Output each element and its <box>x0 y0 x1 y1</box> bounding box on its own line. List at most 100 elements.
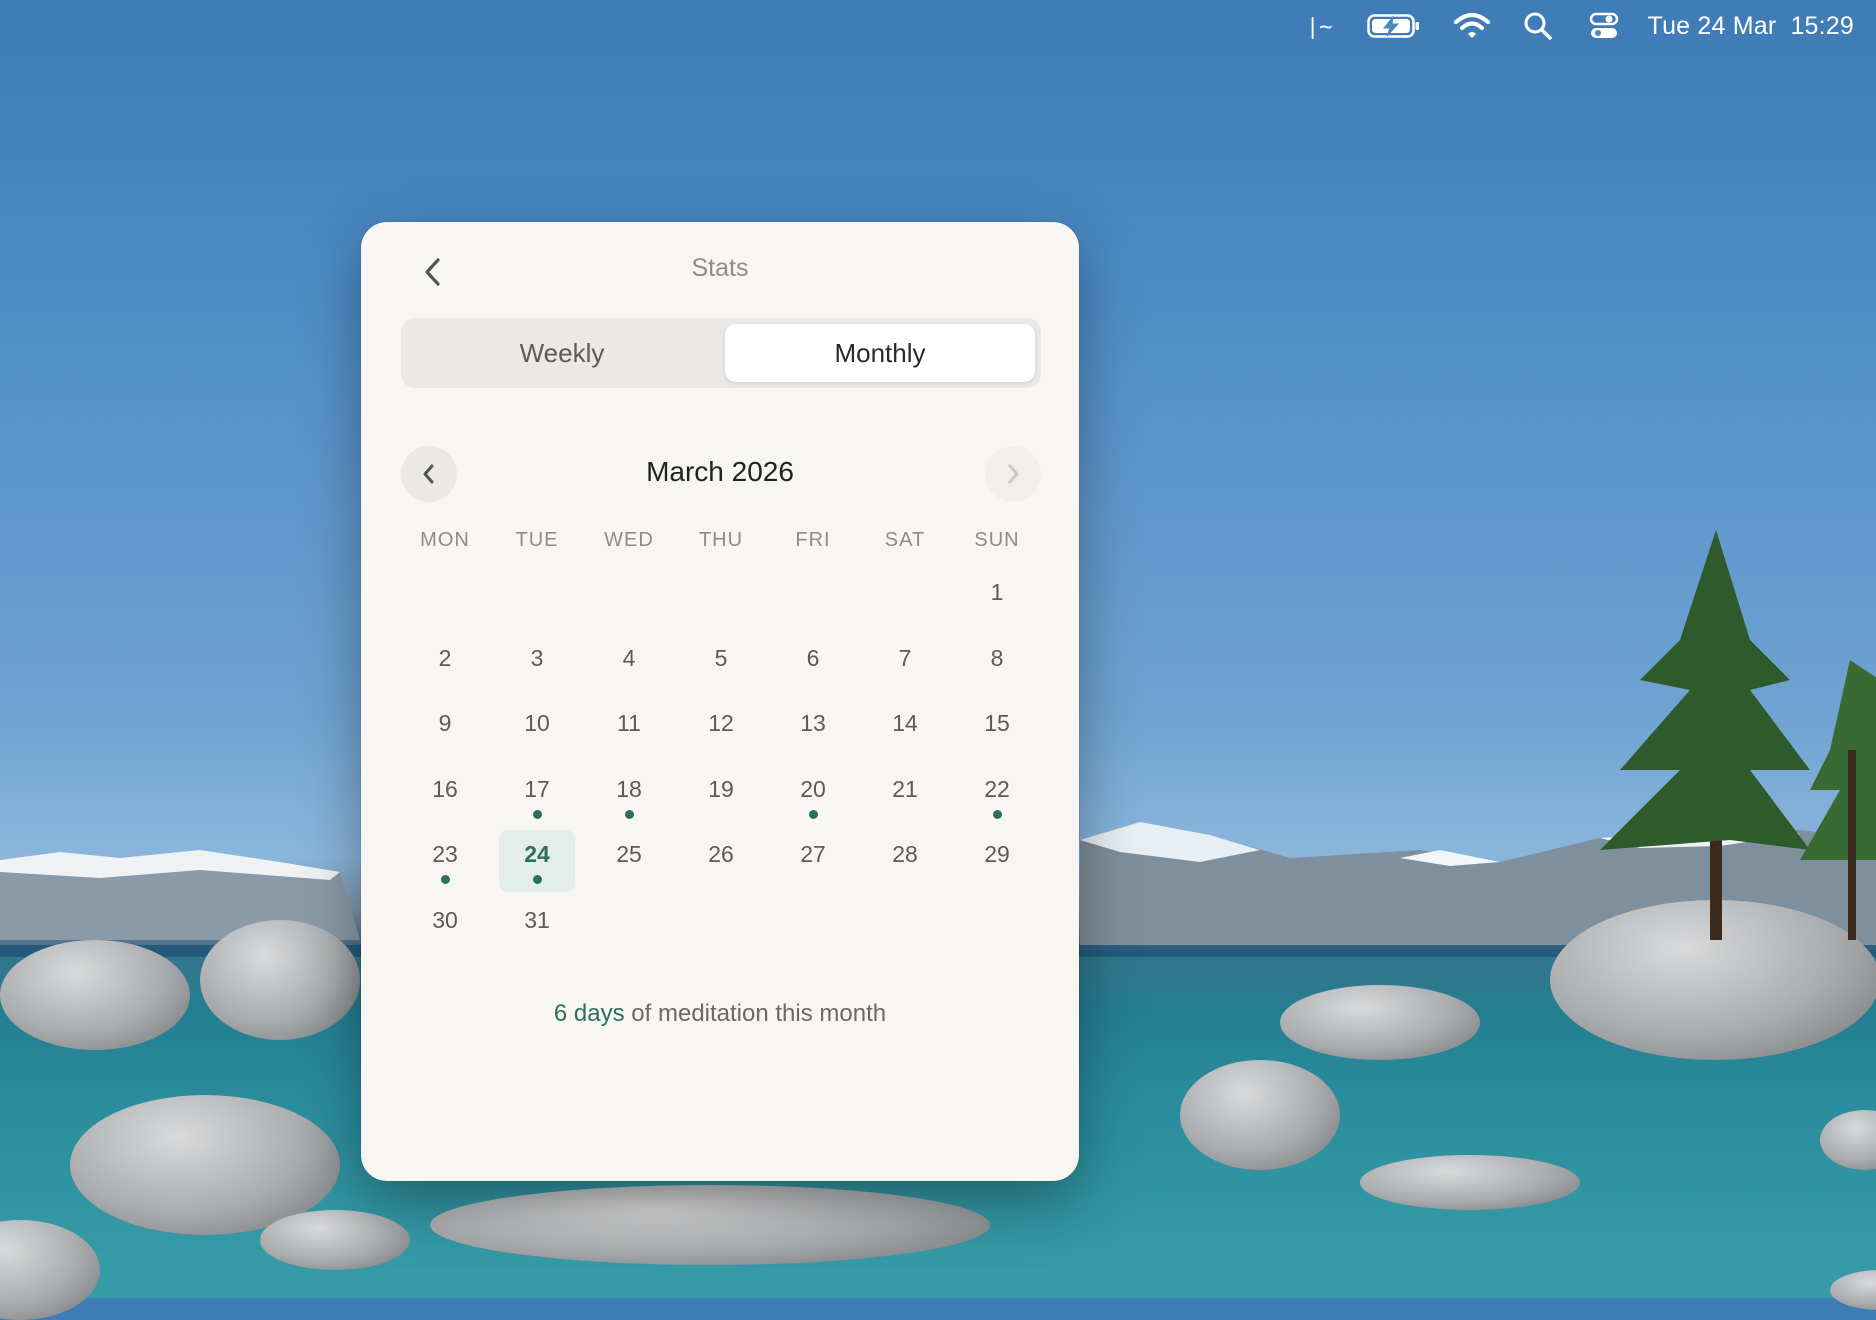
calendar-blank <box>491 570 583 636</box>
calendar-day[interactable]: 14 <box>859 701 951 767</box>
calendar-day[interactable]: 22 <box>951 767 1043 833</box>
day-number: 1 <box>990 579 1004 605</box>
weekday-label: WED <box>604 529 654 551</box>
meditation-summary: 6 days of meditation this month <box>361 1000 1079 1028</box>
calendar-day[interactable]: 23 <box>399 832 491 898</box>
day-number: 24 <box>524 841 550 868</box>
menu-bar-clock[interactable]: Tue 24 Mar 15:29 <box>1648 12 1854 41</box>
weekday-label: FRI <box>795 529 831 551</box>
calendar-day[interactable]: 31 <box>491 898 583 964</box>
day-number: 9 <box>438 710 452 737</box>
meditation-dot <box>532 809 542 819</box>
clock-time: 15:29 <box>1790 11 1854 40</box>
calendar-grid: MON TUE WED THU FRI SAT SUN 1 2 3 4 5 6 7 8 9 10 11 12 13 1… <box>399 522 1043 964</box>
calendar-day-today[interactable]: 24 <box>491 830 583 898</box>
clock-date: Tue 24 Mar <box>1647 11 1777 40</box>
calendar-blank <box>399 570 491 636</box>
calendar-blank <box>859 570 951 636</box>
calendar-day[interactable]: 8 <box>951 636 1043 702</box>
pine-trees <box>1600 530 1876 940</box>
day-number: 22 <box>984 775 1010 802</box>
calendar-day[interactable]: 26 <box>675 832 767 898</box>
weekday-label: TUE <box>515 529 559 551</box>
day-number: 31 <box>524 906 550 933</box>
calendar-day[interactable]: 21 <box>859 767 951 833</box>
weekday-header: MON TUE WED THU FRI SAT SUN <box>399 522 1043 558</box>
calendar-day[interactable]: 5 <box>675 636 767 702</box>
calendar-day[interactable]: 15 <box>951 701 1043 767</box>
calendar-day[interactable]: 18 <box>583 767 675 833</box>
calendar-day[interactable]: 16 <box>399 767 491 833</box>
day-number: 3 <box>530 644 544 671</box>
day-number: 26 <box>708 841 734 868</box>
calendar-blank <box>675 570 767 636</box>
day-number: 23 <box>432 841 458 868</box>
calendar-day[interactable]: 17 <box>491 767 583 833</box>
weekday-label: THU <box>698 529 744 551</box>
day-number: 20 <box>800 775 826 802</box>
meditation-dot <box>624 809 634 819</box>
day-number: 18 <box>616 775 642 802</box>
calendar-day[interactable]: 7 <box>859 636 951 702</box>
calendar-days: 1 2 3 4 5 6 7 8 9 10 11 12 13 14 15 16 17 18 19 20 21 22 23 24 2… <box>399 570 1043 964</box>
day-number: 13 <box>800 710 826 737</box>
calendar-day[interactable]: 30 <box>399 898 491 964</box>
period-segmented-control: Weekly Monthly <box>401 318 1041 388</box>
day-number: 6 <box>806 644 820 671</box>
calendar-day[interactable]: 28 <box>859 832 951 898</box>
terminal-glyph-icon[interactable]: |~| <box>1294 0 1350 52</box>
stats-window: Stats Weekly Monthly March 2026 MON TUE WE… <box>361 222 1079 1181</box>
calendar-day[interactable]: 27 <box>767 832 859 898</box>
calendar-day[interactable]: 19 <box>675 767 767 833</box>
search-icon[interactable] <box>1520 0 1556 52</box>
day-number: 2 <box>438 644 452 671</box>
control-center-icon[interactable] <box>1586 0 1622 52</box>
calendar-day[interactable]: 13 <box>767 701 859 767</box>
menu-bar: |~| Tue 24 Mar 15:29 <box>1294 0 1876 52</box>
weekday-label: MON <box>420 529 470 551</box>
day-number: 5 <box>714 644 728 671</box>
day-number: 25 <box>616 841 642 868</box>
weekday-label: SUN <box>974 529 1020 551</box>
weekday-label: SAT <box>884 529 926 551</box>
tab-weekly[interactable]: Weekly <box>407 324 717 382</box>
day-number: 27 <box>800 841 826 868</box>
meditation-dot <box>808 809 818 819</box>
calendar-day[interactable]: 1 <box>951 570 1043 636</box>
day-number: 8 <box>990 644 1004 671</box>
month-label: March 2026 <box>646 456 794 487</box>
calendar-day[interactable]: 9 <box>399 701 491 767</box>
window-title: Stats <box>691 254 749 282</box>
calendar-day[interactable]: 12 <box>675 701 767 767</box>
meditation-dot <box>440 875 450 885</box>
day-number: 11 <box>617 710 641 737</box>
calendar-day[interactable]: 29 <box>951 832 1043 898</box>
wifi-icon[interactable] <box>1450 0 1494 52</box>
calendar-day[interactable]: 10 <box>491 701 583 767</box>
tab-monthly[interactable]: Monthly <box>725 324 1035 382</box>
day-number: 14 <box>892 710 918 737</box>
summary-highlight: 6 days <box>553 1000 625 1027</box>
calendar-day[interactable]: 11 <box>583 701 675 767</box>
day-number: 21 <box>892 775 918 802</box>
battery-charging-icon[interactable] <box>1364 0 1424 52</box>
day-number: 7 <box>898 644 912 671</box>
day-number: 16 <box>432 775 458 802</box>
day-number: 4 <box>622 644 636 671</box>
calendar-day[interactable]: 2 <box>399 636 491 702</box>
summary-text: of meditation this month <box>624 1000 887 1027</box>
calendar-blank <box>583 570 675 636</box>
svg-text:|~|: |~| <box>1306 15 1338 39</box>
calendar-day[interactable]: 25 <box>583 832 675 898</box>
day-number: 15 <box>984 710 1010 737</box>
calendar-day[interactable]: 3 <box>491 636 583 702</box>
day-number: 17 <box>524 775 550 802</box>
day-number: 29 <box>984 841 1010 868</box>
next-month-button[interactable] <box>985 446 1041 502</box>
calendar-day[interactable]: 6 <box>767 636 859 702</box>
chevron-right-icon <box>1008 464 1019 484</box>
day-number: 28 <box>892 841 918 868</box>
day-number: 12 <box>708 710 734 737</box>
calendar-day[interactable]: 4 <box>583 636 675 702</box>
calendar-day[interactable]: 20 <box>767 767 859 833</box>
